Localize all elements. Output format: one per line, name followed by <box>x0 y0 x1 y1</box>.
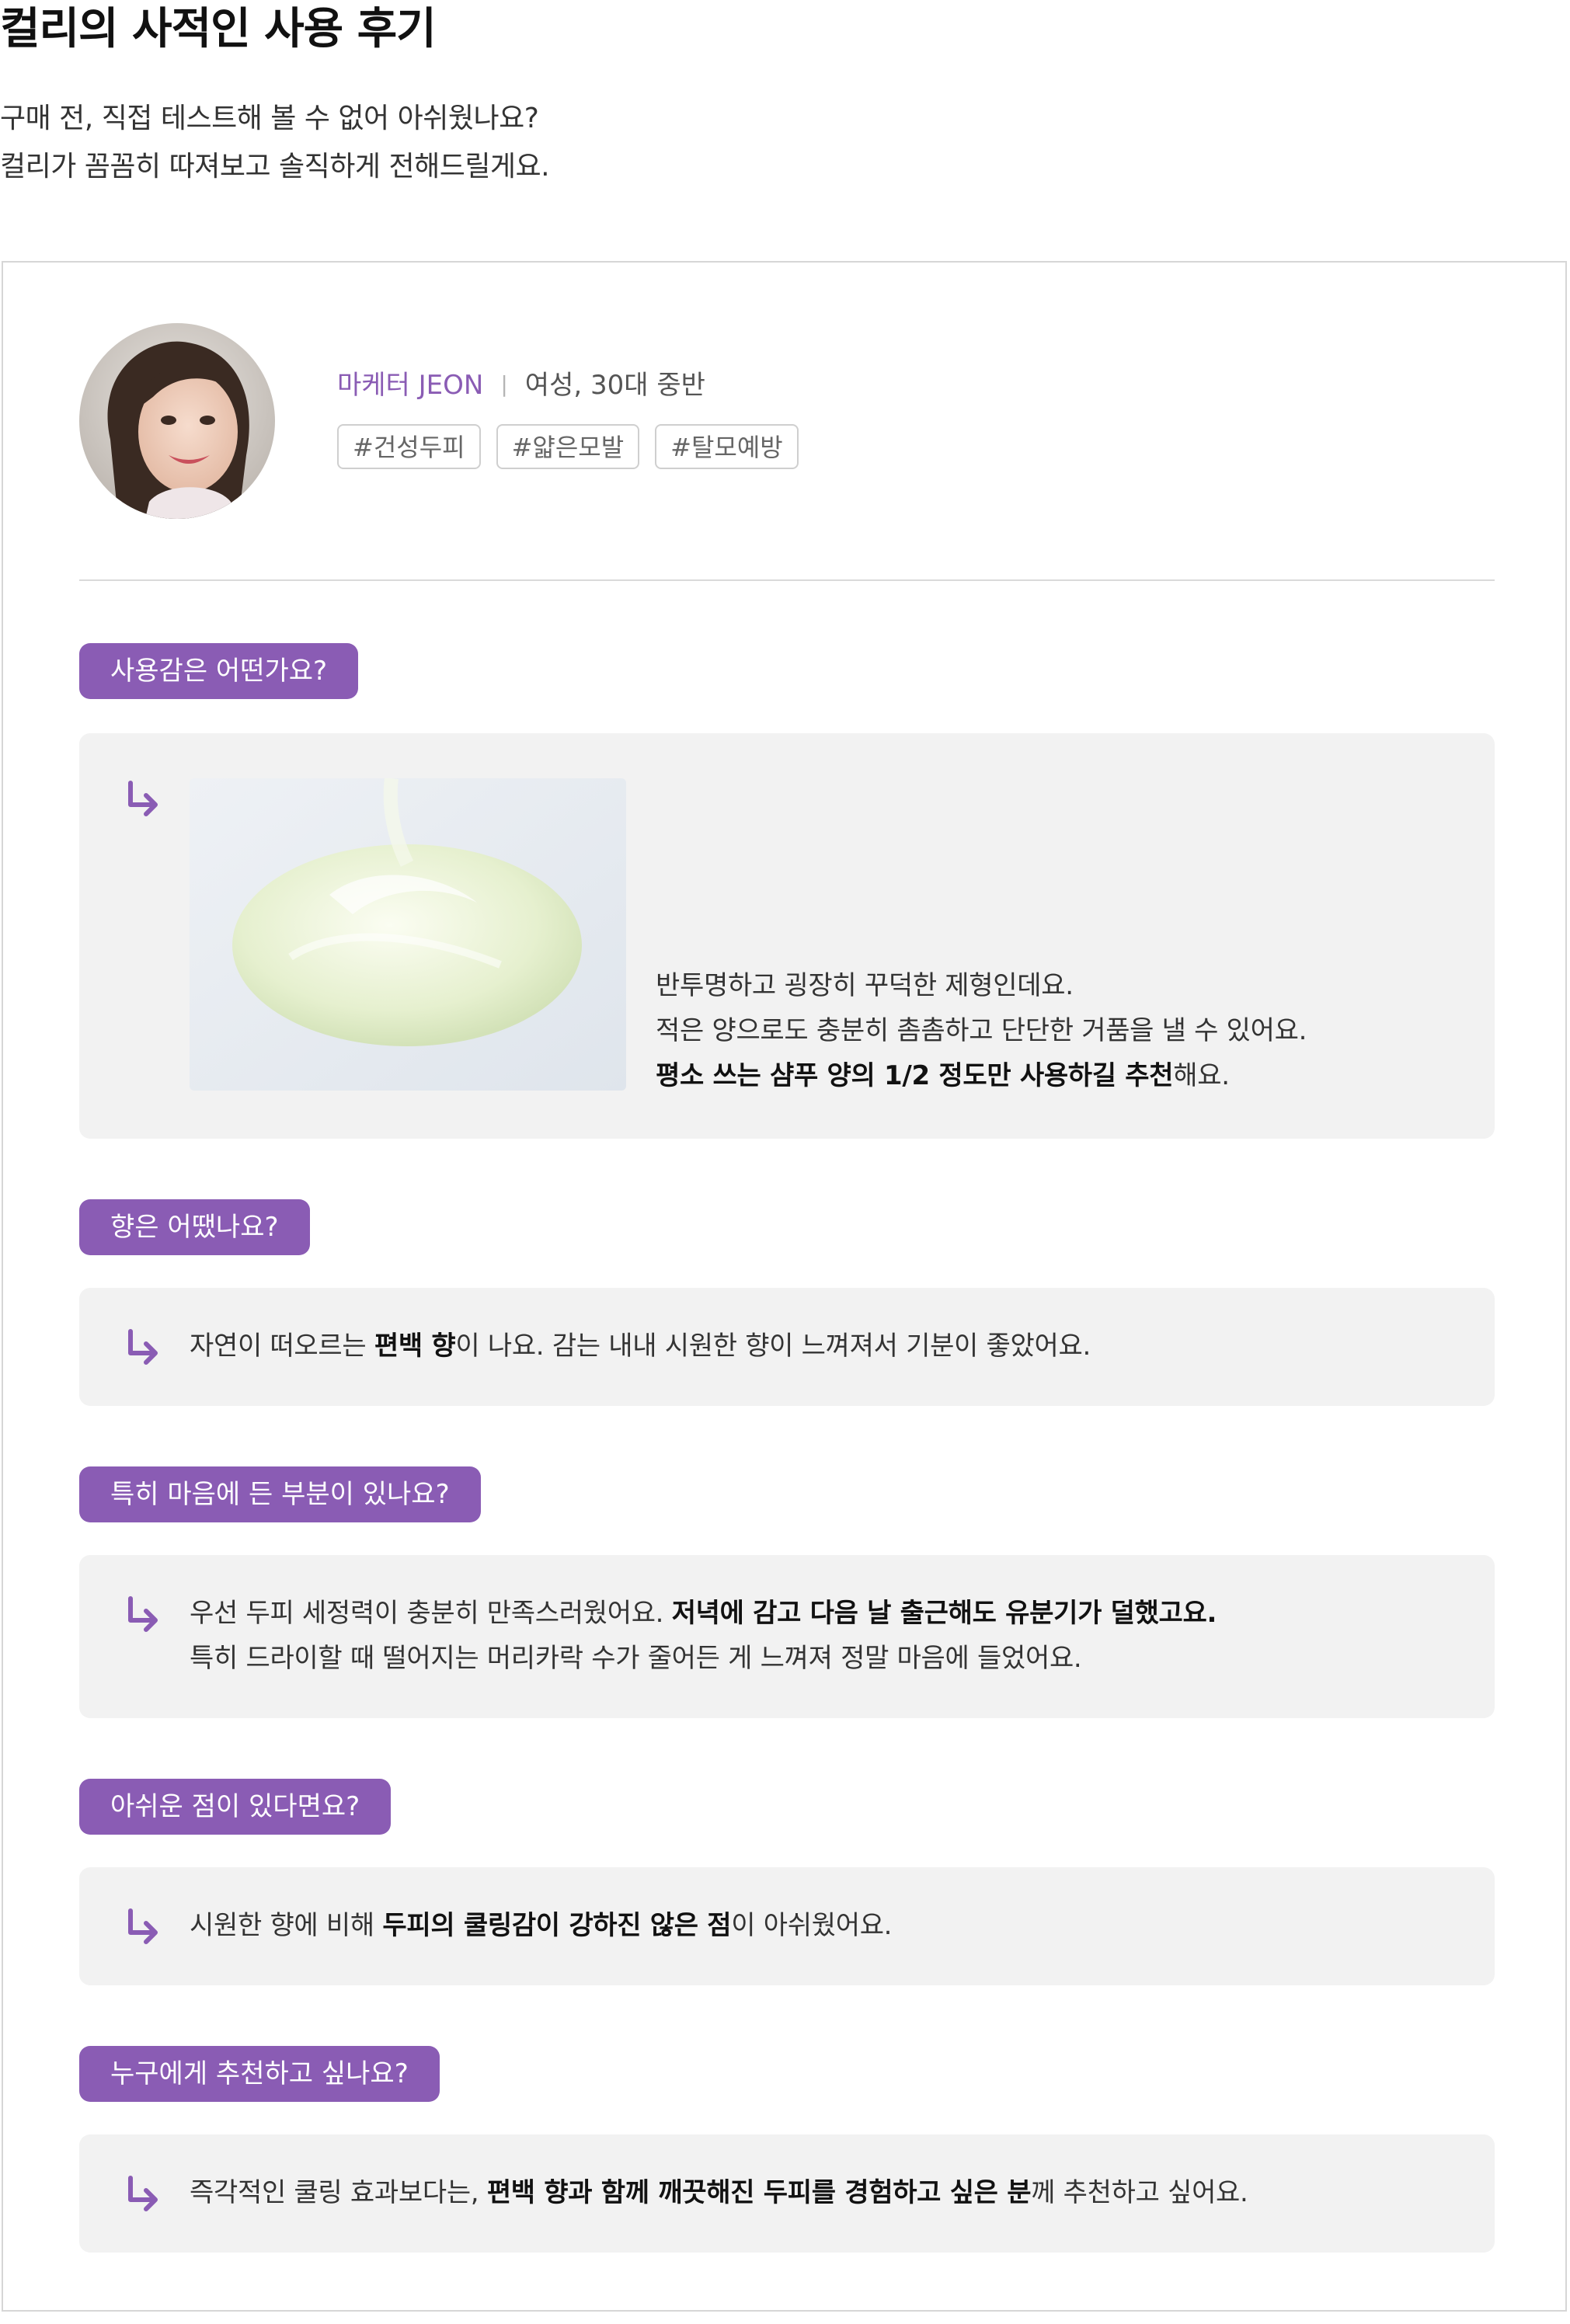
answer-line: 적은 양으로도 충분히 촘촘하고 단단한 거품을 낼 수 있어요. <box>656 1008 1307 1053</box>
answer-line: 특히 드라이할 때 떨어지는 머리카락 수가 줄어든 게 느껴져 정말 마음에 … <box>190 1636 1217 1681</box>
tag-list: #건성두피 #얇은모발 #탈모예방 <box>337 424 799 469</box>
page-title: 컬리의 사적인 사용 후기 <box>0 4 437 54</box>
arrow-down-right-icon <box>128 1329 158 1365</box>
answer-segment: 즉각적인 쿨링 효과보다는, <box>190 2177 487 2208</box>
arrow-down-right-icon <box>128 781 158 816</box>
intro-line: 컬리가 꼼꼼히 따져보고 솔직하게 전해드릴게요. <box>0 151 550 183</box>
answer-text: 시원한 향에 비해 두피의 쿨링감이 강하진 않은 점이 아쉬웠어요. <box>190 1903 892 1948</box>
answer-segment: 반투명하고 굉장히 꾸덕한 제형인데요. <box>656 970 1074 1001</box>
answer-text: 우선 두피 세정력이 충분히 만족스러웠어요. 저녁에 감고 다음 날 출근해도… <box>190 1591 1217 1681</box>
answer-highlight: 편백 향과 함께 깨끗해진 두피를 경험하고 싶은 분 <box>486 2177 1032 2208</box>
tag: #얇은모발 <box>496 424 640 469</box>
arrow-down-right-icon <box>128 2176 158 2211</box>
reviewer-separator: | <box>500 371 508 397</box>
question-label: 아쉬운 점이 있다면요? <box>79 1779 392 1835</box>
divider <box>79 579 1495 581</box>
answer-line: 시원한 향에 비해 두피의 쿨링감이 강하진 않은 점이 아쉬웠어요. <box>190 1903 892 1948</box>
question-label: 향은 어땠나요? <box>79 1199 310 1255</box>
question-label: 누구에게 추천하고 싶나요? <box>79 2046 440 2102</box>
answer-highlight: 두피의 쿨링감이 강하진 않은 점 <box>382 1910 732 1941</box>
answer-segment: 특히 드라이할 때 떨어지는 머리카락 수가 줄어든 게 느껴져 정말 마음에 … <box>190 1643 1082 1674</box>
answer-highlight: 평소 쓰는 샴푸 양의 1/2 정도만 사용하길 추천 <box>656 1060 1174 1091</box>
reviewer-info: 여성, 30대 중반 <box>524 370 705 401</box>
answer-segment: 해요. <box>1173 1060 1230 1091</box>
product-texture-image <box>190 778 626 1091</box>
answer-highlight: 편백 향 <box>374 1331 456 1362</box>
answer-box: 반투명하고 굉장히 꾸덕한 제형인데요. 적은 양으로도 충분히 촘촘하고 단단… <box>79 733 1495 1139</box>
answer-segment: 시원한 향에 비해 <box>190 1910 383 1941</box>
arrow-down-right-icon <box>128 1596 158 1632</box>
arrow-down-right-icon <box>128 1908 158 1944</box>
answer-line: 평소 쓰는 샴푸 양의 1/2 정도만 사용하길 추천해요. <box>656 1053 1307 1098</box>
answer-text: 즉각적인 쿨링 효과보다는, 편백 향과 함께 깨끗해진 두피를 경험하고 싶은… <box>190 2170 1248 2215</box>
reviewer-name: 마케터 JEON <box>337 370 484 401</box>
question-label: 특히 마음에 든 부분이 있나요? <box>79 1466 481 1522</box>
answer-line: 즉각적인 쿨링 효과보다는, 편백 향과 함께 깨끗해진 두피를 경험하고 싶은… <box>190 2170 1248 2215</box>
intro-text: 구매 전, 직접 테스트해 볼 수 없어 아쉬웠나요? 컬리가 꼼꼼히 따져보고… <box>0 95 550 191</box>
answer-box: 즉각적인 쿨링 효과보다는, 편백 향과 함께 깨끗해진 두피를 경험하고 싶은… <box>79 2134 1495 2253</box>
answer-segment: 우선 두피 세정력이 충분히 만족스러웠어요. <box>190 1598 672 1629</box>
answer-box: 자연이 떠오르는 편백 향이 나요. 감는 내내 시원한 향이 느껴져서 기분이… <box>79 1288 1495 1406</box>
answer-box: 시원한 향에 비해 두피의 쿨링감이 강하진 않은 점이 아쉬웠어요. <box>79 1867 1495 1985</box>
avatar <box>79 323 275 519</box>
review-card: 마케터 JEON | 여성, 30대 중반 #건성두피 #얇은모발 #탈모예방 사용… <box>2 261 1567 2312</box>
answer-line: 반투명하고 굉장히 꾸덕한 제형인데요. <box>656 963 1307 1008</box>
answer-segment: 자연이 떠오르는 <box>190 1331 374 1362</box>
answer-line: 자연이 떠오르는 편백 향이 나요. 감는 내내 시원한 향이 느껴져서 기분이… <box>190 1324 1091 1369</box>
tag: #탈모예방 <box>655 424 799 469</box>
answer-segment: 께 추천하고 싶어요. <box>1031 2177 1248 2208</box>
question-label: 사용감은 어떤가요? <box>79 643 359 699</box>
answer-segment: 적은 양으로도 충분히 촘촘하고 단단한 거품을 낼 수 있어요. <box>656 1015 1307 1046</box>
answer-segment: 이 아쉬웠어요. <box>731 1910 893 1941</box>
answer-highlight: 저녁에 감고 다음 날 출근해도 유분기가 덜했고요. <box>671 1598 1217 1629</box>
tag: #건성두피 <box>337 424 481 469</box>
answer-text: 반투명하고 굉장히 꾸덕한 제형인데요. 적은 양으로도 충분히 촘촘하고 단단… <box>656 963 1307 1098</box>
answer-line: 우선 두피 세정력이 충분히 만족스러웠어요. 저녁에 감고 다음 날 출근해도… <box>190 1591 1217 1636</box>
answer-segment: 이 나요. 감는 내내 시원한 향이 느껴져서 기분이 좋았어요. <box>455 1331 1091 1362</box>
answer-box: 우선 두피 세정력이 충분히 만족스러웠어요. 저녁에 감고 다음 날 출근해도… <box>79 1555 1495 1718</box>
reviewer-line: 마케터 JEON | 여성, 30대 중반 <box>337 364 705 402</box>
answer-text: 자연이 떠오르는 편백 향이 나요. 감는 내내 시원한 향이 느껴져서 기분이… <box>190 1324 1091 1369</box>
intro-line: 구매 전, 직접 테스트해 볼 수 없어 아쉬웠나요? <box>0 103 539 134</box>
